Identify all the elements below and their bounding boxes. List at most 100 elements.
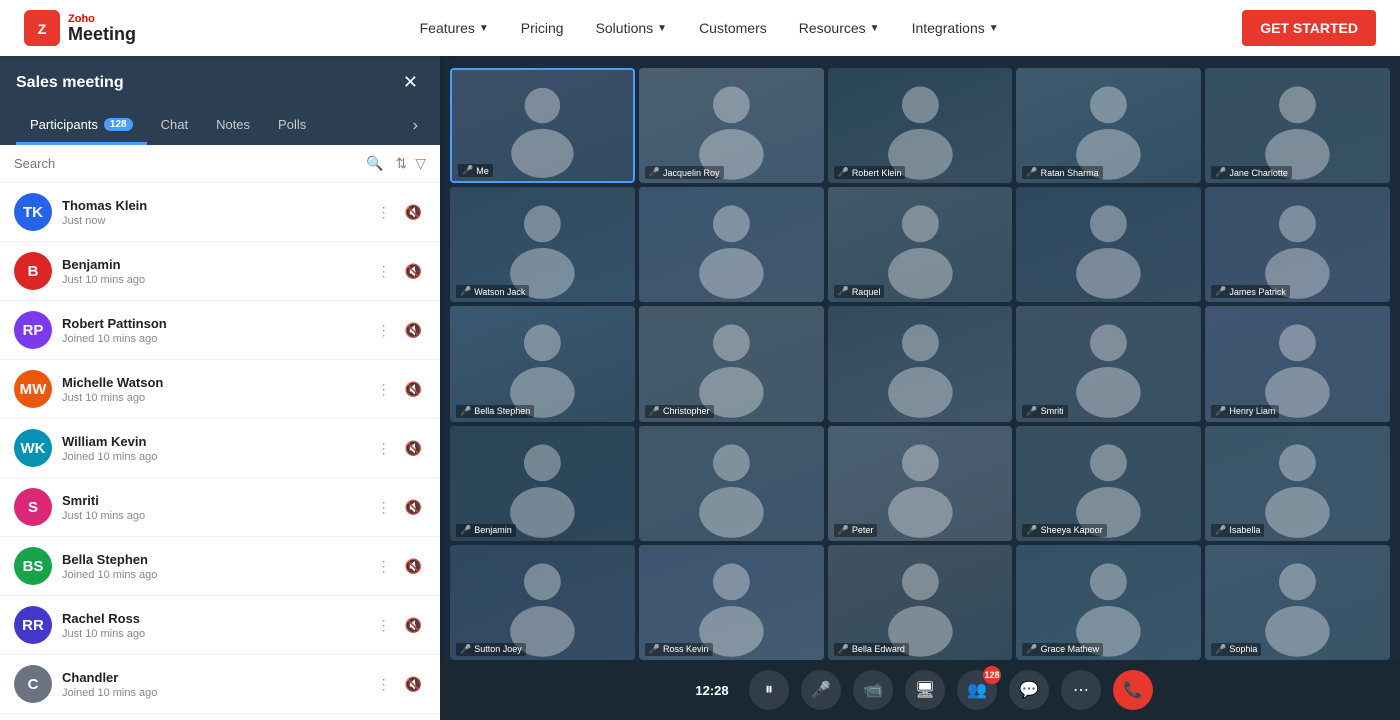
participant-name: William Kevin xyxy=(62,434,363,449)
participant-item[interactable]: MW Michelle Watson Just 10 mins ago ⋮ 🔇 xyxy=(0,360,440,419)
participant-name: Benjamin xyxy=(62,257,363,272)
video-cell[interactable] xyxy=(639,187,824,302)
nav-customers[interactable]: Customers xyxy=(687,12,779,44)
mic-icon: 🎤 xyxy=(1215,286,1226,297)
nav-integrations[interactable]: Integrations ▼ xyxy=(900,12,1011,44)
tab-participants[interactable]: Participants 128 xyxy=(16,107,147,145)
participant-more-button[interactable]: ⋮ xyxy=(373,495,395,520)
screen-share-button[interactable]: 🖥 xyxy=(905,670,945,710)
video-cell[interactable]: 🎤 Bella Stephen xyxy=(450,306,635,421)
participant-item[interactable]: SJ Sutton Joey ⋮ 🔇 xyxy=(0,714,440,720)
participants-button[interactable]: 👥 128 xyxy=(957,670,997,710)
mic-icon: 🎤 xyxy=(1026,644,1037,655)
participant-mute-button[interactable]: 🔇 xyxy=(401,200,426,225)
participant-time: Just 10 mins ago xyxy=(62,628,363,640)
participant-info: Bella Stephen Joined 10 mins ago xyxy=(62,552,363,581)
close-sidebar-button[interactable]: ✕ xyxy=(397,70,424,95)
video-participant-label: 🎤 Raquel xyxy=(834,285,885,298)
chat-button[interactable]: 💬 xyxy=(1009,670,1049,710)
participant-more-button[interactable]: ⋮ xyxy=(373,436,395,461)
participant-mute-button[interactable]: 🔇 xyxy=(401,259,426,284)
navbar: Z Zoho Meeting Features ▼ Pricing Soluti… xyxy=(0,0,1400,56)
participant-more-button[interactable]: ⋮ xyxy=(373,318,395,343)
video-cell[interactable]: 🎤 Smriti xyxy=(1016,306,1201,421)
avatar: RP xyxy=(14,311,52,349)
video-cell[interactable]: 🎤 Me xyxy=(450,68,635,183)
participant-more-button[interactable]: ⋮ xyxy=(373,554,395,579)
participant-item[interactable]: C Chandler Joined 10 mins ago ⋮ 🔇 xyxy=(0,655,440,714)
video-participant-label: 🎤 Sutton Joey xyxy=(456,643,526,656)
participant-more-button[interactable]: ⋮ xyxy=(373,259,395,284)
pause-button[interactable]: ⏸ xyxy=(749,670,789,710)
video-cell[interactable]: 🎤 Robert Klein xyxy=(828,68,1013,183)
participant-item[interactable]: RP Robert Pattinson Joined 10 mins ago ⋮… xyxy=(0,301,440,360)
sidebar: Sales meeting ✕ Participants 128 Chat No… xyxy=(0,56,440,720)
video-cell[interactable]: 🎤 Jane Charlotte xyxy=(1205,68,1390,183)
logo[interactable]: Z Zoho Meeting xyxy=(24,10,136,46)
video-cell[interactable]: 🎤 Jacquelin Roy xyxy=(639,68,824,183)
video-cell[interactable]: 🎤 Sutton Joey xyxy=(450,545,635,660)
participant-time: Just 10 mins ago xyxy=(62,392,363,404)
participant-item[interactable]: TK Thomas Klein Just now ⋮ 🔇 xyxy=(0,183,440,242)
search-icon[interactable]: 🔍 xyxy=(366,155,383,172)
participant-mute-button[interactable]: 🔇 xyxy=(401,377,426,402)
video-cell[interactable]: 🎤 Sheeya Kapoor xyxy=(1016,426,1201,541)
video-cell[interactable]: 🎤 Grace Mathew xyxy=(1016,545,1201,660)
video-cell[interactable]: 🎤 Benjamin xyxy=(450,426,635,541)
participant-more-button[interactable]: ⋮ xyxy=(373,672,395,697)
participant-more-button[interactable]: ⋮ xyxy=(373,200,395,225)
tab-polls[interactable]: Polls xyxy=(264,107,320,145)
nav-pricing[interactable]: Pricing xyxy=(509,12,576,44)
video-cell[interactable]: 🎤 Sophia xyxy=(1205,545,1390,660)
participant-mute-button[interactable]: 🔇 xyxy=(401,672,426,697)
tab-notes[interactable]: Notes xyxy=(202,107,264,145)
participant-more-button[interactable]: ⋮ xyxy=(373,377,395,402)
nav-resources[interactable]: Resources ▼ xyxy=(787,12,892,44)
more-options-button[interactable]: ⋯ xyxy=(1061,670,1101,710)
participant-item[interactable]: BS Bella Stephen Joined 10 mins ago ⋮ 🔇 xyxy=(0,537,440,596)
participant-mute-button[interactable]: 🔇 xyxy=(401,495,426,520)
video-cell[interactable]: 🎤 Peter xyxy=(828,426,1013,541)
video-cell[interactable]: 🎤 Henry Liam xyxy=(1205,306,1390,421)
mic-icon: 🎤 xyxy=(838,525,849,536)
video-cell[interactable]: 🎤 Christopher xyxy=(639,306,824,421)
video-cell[interactable]: 🎤 Isabella xyxy=(1205,426,1390,541)
participant-item[interactable]: B Benjamin Just 10 mins ago ⋮ 🔇 xyxy=(0,242,440,301)
participant-more-button[interactable]: ⋮ xyxy=(373,613,395,638)
video-participant-label: 🎤 Ratan Sharma xyxy=(1022,166,1102,179)
video-cell[interactable]: 🎤 Ross Kevin xyxy=(639,545,824,660)
mic-icon: 🎤 xyxy=(1215,406,1226,417)
mic-icon: 🎤 xyxy=(1026,406,1037,417)
mic-icon: 🎤 xyxy=(460,406,471,417)
tabs-more-button[interactable]: › xyxy=(407,107,424,145)
get-started-button[interactable]: GET STARTED xyxy=(1242,10,1376,46)
search-input[interactable] xyxy=(14,156,358,171)
meeting-title: Sales meeting xyxy=(16,74,124,92)
participant-item[interactable]: WK William Kevin Joined 10 mins ago ⋮ 🔇 xyxy=(0,419,440,478)
video-cell[interactable]: 🎤 Watson Jack xyxy=(450,187,635,302)
participant-item[interactable]: S Smriti Just 10 mins ago ⋮ 🔇 xyxy=(0,478,440,537)
nav-solutions[interactable]: Solutions ▼ xyxy=(584,12,680,44)
video-cell[interactable] xyxy=(1016,187,1201,302)
participant-mute-button[interactable]: 🔇 xyxy=(401,318,426,343)
participant-mute-button[interactable]: 🔇 xyxy=(401,554,426,579)
sidebar-header: Sales meeting ✕ Participants 128 Chat No… xyxy=(0,56,440,145)
video-participant-label: 🎤 Jane Charlotte xyxy=(1211,166,1292,179)
filter-icon[interactable]: ▽ xyxy=(415,155,426,172)
nav-features[interactable]: Features ▼ xyxy=(408,12,501,44)
sort-icon[interactable]: ⇅ xyxy=(395,155,407,172)
video-cell[interactable]: 🎤 Ratan Sharma xyxy=(1016,68,1201,183)
video-cell[interactable]: 🎤 Bella Edward xyxy=(828,545,1013,660)
participant-actions: ⋮ 🔇 xyxy=(373,377,426,402)
participant-mute-button[interactable]: 🔇 xyxy=(401,613,426,638)
camera-button[interactable]: 📹 xyxy=(853,670,893,710)
video-cell[interactable]: 🎤 Raquel xyxy=(828,187,1013,302)
video-cell[interactable] xyxy=(828,306,1013,421)
tab-chat[interactable]: Chat xyxy=(147,107,202,145)
participant-item[interactable]: RR Rachel Ross Just 10 mins ago ⋮ 🔇 xyxy=(0,596,440,655)
microphone-button[interactable]: 🎤 xyxy=(801,670,841,710)
video-cell[interactable] xyxy=(639,426,824,541)
end-call-button[interactable]: 📞 xyxy=(1113,670,1153,710)
participant-mute-button[interactable]: 🔇 xyxy=(401,436,426,461)
video-cell[interactable]: 🎤 James Patrick xyxy=(1205,187,1390,302)
